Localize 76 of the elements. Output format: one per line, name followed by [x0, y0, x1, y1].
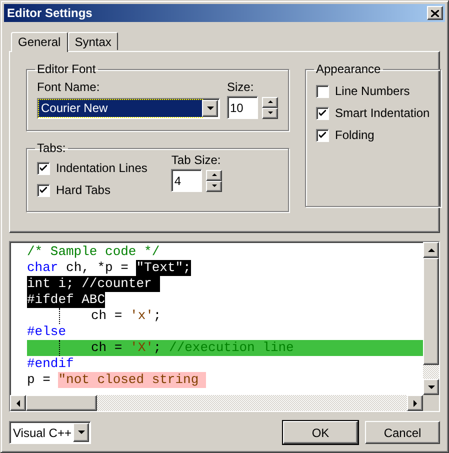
code-token: #endif	[27, 356, 74, 372]
code-token: //execution line	[169, 340, 294, 356]
down-arrow-icon	[206, 106, 214, 111]
code-token: "not closed string	[58, 372, 206, 388]
window-title: Editor Settings	[7, 5, 92, 22]
code-token: "Text";	[136, 260, 191, 276]
checkbox-label: Hard Tabs	[56, 182, 110, 199]
dropdown-button[interactable]	[73, 423, 90, 442]
code-token: ;	[153, 308, 162, 324]
horizontal-scrollbar[interactable]	[10, 395, 423, 411]
up-arrow-icon	[428, 248, 434, 252]
code-token: /* Sample code */	[27, 244, 160, 260]
scroll-up-button[interactable]	[423, 242, 439, 258]
number-field[interactable]: 10	[227, 96, 258, 119]
checkbox-label: Line Numbers	[335, 83, 410, 100]
checkmark-icon	[40, 164, 47, 172]
tab[interactable]: Syntax	[68, 32, 118, 50]
close-button[interactable]	[427, 6, 443, 20]
scroll-down-button[interactable]	[423, 379, 439, 395]
down-arrow-icon	[428, 384, 434, 390]
code-token: 'X'	[130, 340, 154, 356]
checkmark-icon	[319, 132, 326, 138]
spin-down-button[interactable]	[262, 108, 278, 118]
spin-up-button[interactable]	[206, 170, 222, 180]
checkbox[interactable]	[316, 128, 329, 142]
right-arrow-icon	[412, 400, 418, 406]
left-arrow-icon	[16, 400, 20, 406]
code-token: ch, *p =	[65, 260, 130, 276]
dropdown-value: Courier New	[39, 100, 202, 117]
down-arrow-icon	[78, 430, 85, 435]
tab[interactable]: General	[11, 32, 68, 52]
dialog-button[interactable]: OK	[283, 421, 358, 444]
checkbox[interactable]	[37, 162, 50, 174]
code-token: 'x'	[130, 308, 154, 324]
code-token: #ifdef ABC	[27, 292, 106, 308]
code-token: ch =	[91, 340, 124, 356]
checkbox[interactable]	[37, 184, 50, 196]
checkmark-icon	[40, 186, 47, 194]
down-arrow-icon	[212, 184, 217, 188]
checkbox-label: Smart Indentation	[335, 105, 430, 122]
code-token: #else	[27, 324, 66, 340]
checkmark-icon	[319, 110, 326, 116]
group-title: Editor Font	[36, 61, 97, 78]
code-token: p =	[27, 372, 52, 388]
scroll-right-button[interactable]	[407, 395, 423, 411]
scrollbar-corner	[423, 395, 439, 411]
checkbox-label: Indentation Lines	[56, 160, 148, 177]
code-token: ;	[153, 340, 162, 356]
spin-up-button[interactable]	[262, 96, 278, 108]
dropdown-value: Visual C++	[12, 424, 72, 442]
checkbox[interactable]	[316, 106, 329, 120]
code-token: int i; //counter	[27, 276, 160, 292]
field-label: Size:	[227, 79, 255, 96]
up-arrow-icon	[212, 173, 217, 177]
checkbox-label: Folding	[335, 127, 374, 144]
language-dropdown[interactable]: Visual C++	[9, 421, 92, 444]
group-title: Appearance	[315, 61, 382, 78]
code-editor[interactable]: /* Sample code */ char ch, *p = "Text"; int i; //counter #ifdef ABC ch = 'x'; #else ch = 'X'; //execution line #endif p = "not closed string	[9, 241, 440, 412]
font-dropdown[interactable]: Courier New	[37, 98, 220, 119]
up-arrow-icon	[268, 100, 272, 104]
field-label: Tab Size:	[171, 152, 222, 169]
scroll-thumb[interactable]	[423, 258, 439, 365]
dropdown-button[interactable]	[202, 100, 218, 117]
scroll-left-button[interactable]	[10, 395, 26, 411]
code-token: char	[27, 260, 58, 276]
down-arrow-icon	[268, 111, 272, 115]
vertical-scrollbar[interactable]	[423, 242, 439, 395]
code-token: ch =	[91, 308, 124, 324]
spin-down-button[interactable]	[206, 180, 222, 192]
field-label: Font Name:	[37, 79, 101, 96]
group-title: Tabs:	[36, 140, 67, 157]
number-field[interactable]: 4	[171, 169, 202, 192]
close-icon	[431, 10, 439, 16]
scroll-thumb[interactable]	[26, 395, 97, 411]
checkbox[interactable]	[316, 84, 329, 98]
dialog-button[interactable]: Cancel	[365, 421, 440, 444]
